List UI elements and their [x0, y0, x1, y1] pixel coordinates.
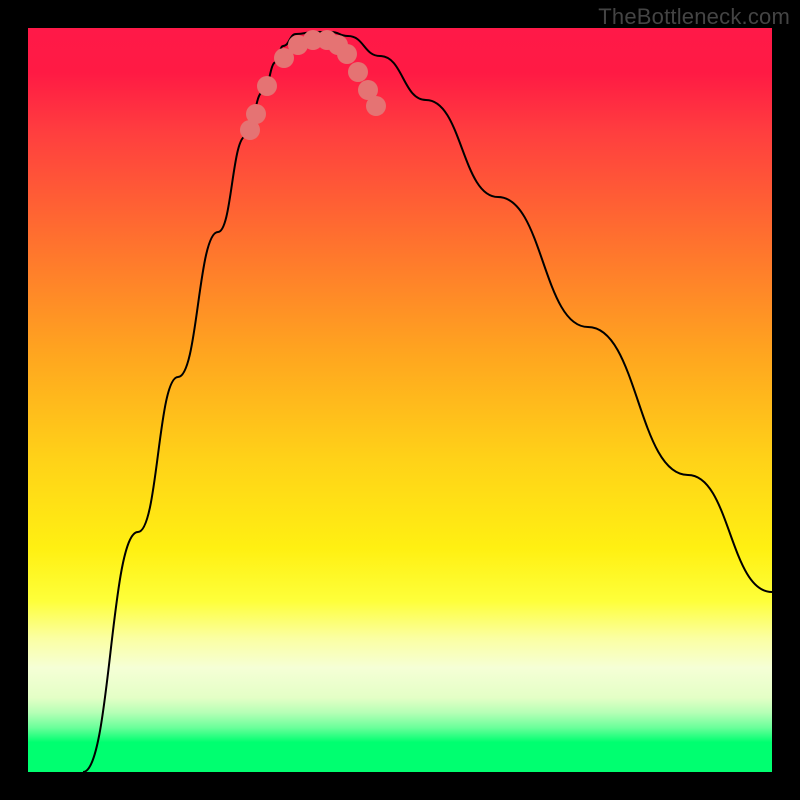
bottleneck-curve [83, 32, 772, 772]
curve-marker [366, 96, 386, 116]
chart-svg [28, 28, 772, 772]
curve-marker [348, 62, 368, 82]
plot-area [28, 28, 772, 772]
curve-marker [257, 76, 277, 96]
curve-marker [337, 44, 357, 64]
curve-marker [246, 104, 266, 124]
watermark-text: TheBottleneck.com [598, 4, 790, 30]
chart-frame: TheBottleneck.com [0, 0, 800, 800]
